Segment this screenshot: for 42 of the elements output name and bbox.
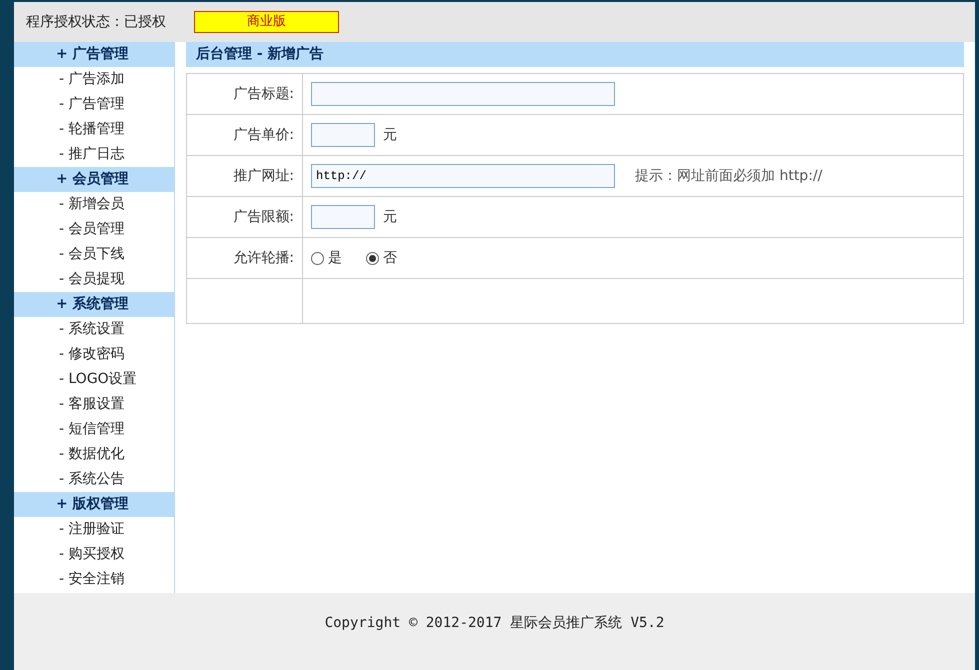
page-title-bar: 后台管理 - 新增广告 xyxy=(186,42,964,67)
copyright-text: Copyright © 2012-2017 星际会员推广系统 V5.2 xyxy=(324,614,664,633)
unit-label: 元 xyxy=(383,208,397,226)
hint-text: 提示：网址前面必须加 http:// xyxy=(635,166,822,186)
sidebar-item[interactable]: - 推广日志 xyxy=(14,142,174,167)
sidebar-item[interactable]: - 会员管理 xyxy=(14,217,174,242)
edition-badge: 商业版 xyxy=(194,11,339,33)
license-status: 程序授权状态：已授权 xyxy=(26,12,166,32)
sidebar-item[interactable]: - 广告添加 xyxy=(14,67,174,92)
sidebar-group-header[interactable]: + 广告管理 xyxy=(14,42,174,67)
radio-label: 是 xyxy=(328,248,342,268)
input-field[interactable] xyxy=(311,205,375,229)
sidebar-group-header[interactable]: + 系统管理 xyxy=(14,292,174,317)
sidebar-item[interactable]: - 会员提现 xyxy=(14,267,174,292)
sidebar-item[interactable]: - 系统公告 xyxy=(14,467,174,492)
sidebar-item[interactable]: - 广告管理 xyxy=(14,92,174,117)
sidebar-item[interactable]: - 系统设置 xyxy=(14,317,174,342)
sidebar-item[interactable]: - 会员下线 xyxy=(14,242,174,267)
sidebar-item[interactable]: - 修改密码 xyxy=(14,342,174,367)
input-field[interactable] xyxy=(311,82,615,106)
input-field[interactable]: http:// xyxy=(311,164,615,188)
input-field[interactable] xyxy=(311,123,375,147)
sidebar-item[interactable]: - 注册验证 xyxy=(14,517,174,542)
sidebar-item[interactable]: - 安全注销 xyxy=(14,567,174,592)
field-label: 推广网址: xyxy=(233,166,294,186)
field-label: 广告单价: xyxy=(233,126,294,144)
field-label: 广告标题: xyxy=(233,84,294,104)
sidebar-group-header[interactable]: + 版权管理 xyxy=(14,492,174,517)
radio-button[interactable] xyxy=(366,252,379,264)
sidebar-item[interactable]: - 短信管理 xyxy=(14,417,174,442)
sidebar-item[interactable]: - 数据优化 xyxy=(14,442,174,467)
sidebar-item[interactable]: - LOGO设置 xyxy=(14,367,174,392)
radio-label: 否 xyxy=(383,248,397,268)
field-label: 允许轮播: xyxy=(233,248,294,268)
radio-button[interactable] xyxy=(311,252,324,264)
sidebar-group-header[interactable]: + 会员管理 xyxy=(14,167,174,192)
sidebar-item[interactable]: - 购买授权 xyxy=(14,542,174,567)
field-label: 广告限额: xyxy=(233,208,294,226)
unit-label: 元 xyxy=(383,126,397,144)
sidebar-item[interactable]: - 轮播管理 xyxy=(14,117,174,142)
sidebar-item[interactable]: - 客服设置 xyxy=(14,392,174,417)
sidebar-item[interactable]: - 新增会员 xyxy=(14,192,174,217)
